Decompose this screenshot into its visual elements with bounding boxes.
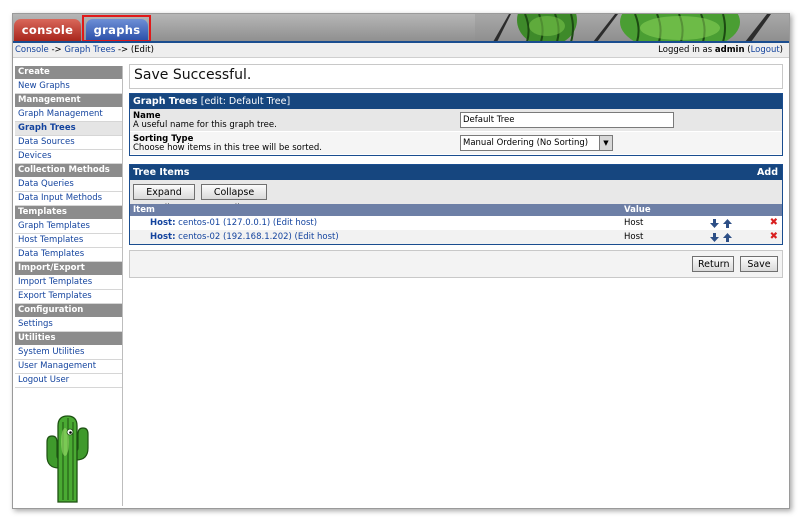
sidebar-header-import-export: Import/Export [15,262,122,276]
login-user: admin [714,45,745,55]
name-row: Name A useful name for this graph tree. … [130,109,782,132]
breadcrumb-bar: Console -> Graph Trees -> (Edit) Logged … [13,43,789,58]
graph-trees-header: Graph Trees [edit: Default Tree] [130,94,782,109]
sorting-type-value: Manual Ordering (No Sorting) [463,138,589,148]
tree-item-link[interactable]: Host: centos-02 (192.168.1.202) (Edit ho… [150,230,339,244]
graph-trees-panel: Graph Trees [edit: Default Tree] Name A … [129,93,783,156]
tree-item-link[interactable]: Host: centos-01 (127.0.0.1) (Edit host) [150,216,317,230]
sidebar-item-settings[interactable]: Settings [15,318,122,332]
tree-items-toolbar: Expand All Collapse All [130,180,782,214]
sidebar-item-host-templates[interactable]: Host Templates [15,234,122,248]
column-item: Item [133,205,155,215]
sidebar-item-new-graphs[interactable]: New Graphs [15,80,122,94]
save-message-box: Save Successful. [129,64,783,89]
tree-items-title: Tree Items [133,167,190,178]
sidebar-header-management: Management [15,94,122,108]
form-actions: Return Save [129,250,783,278]
cactus-logo-icon [39,412,97,507]
tree-item-prefix: Host: [150,232,176,242]
sidebar-item-devices[interactable]: Devices [15,150,122,164]
tab-console[interactable]: console [14,19,81,41]
delete-icon[interactable]: ✖ [770,230,778,244]
arrow-up-icon[interactable] [723,219,732,228]
logout-link[interactable]: Logout [751,45,780,55]
delete-icon[interactable]: ✖ [770,216,778,230]
breadcrumb-separator: -> [115,45,131,55]
sidebar-item-data-input-methods[interactable]: Data Input Methods [15,192,122,206]
save-message: Save Successful. [134,67,252,83]
cactus-banner-icon [475,14,789,42]
tree-items-panel: Tree Items Add Expand All Collapse All I… [129,164,783,245]
sidebar-item-graph-templates[interactable]: Graph Templates [15,220,122,234]
add-item-link[interactable]: Add [757,165,778,180]
tree-item-value: Host [624,218,644,228]
return-button[interactable]: Return [692,256,734,272]
column-value: Value [624,205,651,215]
tree-item-prefix: Host: [150,218,176,228]
login-status: Logged in as admin (Logout) [658,43,783,57]
sidebar-item-import-templates[interactable]: Import Templates [15,276,122,290]
tree-items-header: Tree Items Add [130,165,782,180]
breadcrumb-console-link[interactable]: Console [15,45,49,55]
save-button[interactable]: Save [740,256,778,272]
collapse-all-button[interactable]: Collapse All [201,184,267,214]
sidebar-item-user-management[interactable]: User Management [15,360,122,374]
header-bar: console graphs [13,14,789,43]
login-prefix: Logged in as [658,45,715,55]
tree-item-text: centos-01 (127.0.0.1) (Edit host) [175,218,318,228]
sidebar-item-data-templates[interactable]: Data Templates [15,248,122,262]
sidebar-item-logout-user[interactable]: Logout User [15,374,122,388]
sorting-description: Choose how items in this tree will be so… [133,143,322,153]
sidebar-item-graph-trees[interactable]: Graph Trees [15,122,122,136]
sidebar-header-configuration: Configuration [15,304,122,318]
sorting-type-select[interactable]: Manual Ordering (No Sorting) ▼ [460,135,613,151]
sidebar-item-graph-management[interactable]: Graph Management [15,108,122,122]
logout-paren: ) [779,45,783,55]
graph-trees-title: Graph Trees [133,96,198,107]
arrow-down-icon[interactable] [710,219,719,228]
sidebar-header-utilities: Utilities [15,332,122,346]
breadcrumb-graph-trees-link[interactable]: Graph Trees [64,45,115,55]
sidebar-item-data-sources[interactable]: Data Sources [15,136,122,150]
arrow-down-icon[interactable] [710,233,719,242]
tree-name-input[interactable]: Default Tree [460,112,674,128]
sidebar-header-collection-methods: Collection Methods [15,164,122,178]
tree-item-value: Host [624,232,644,242]
table-row: Host: centos-02 (192.168.1.202) (Edit ho… [130,230,782,244]
tree-item-text: centos-02 (192.168.1.202) (Edit host) [175,232,339,242]
sidebar-item-export-templates[interactable]: Export Templates [15,290,122,304]
sorting-row: Sorting Type Choose how items in this tr… [130,132,782,155]
table-row: Host: centos-01 (127.0.0.1) (Edit host) … [130,216,782,230]
sidebar-item-data-queries[interactable]: Data Queries [15,178,122,192]
chevron-down-icon[interactable]: ▼ [599,136,612,150]
sidebar-header-templates: Templates [15,206,122,220]
arrow-up-icon[interactable] [723,233,732,242]
browser-window: console graphs Console -> Graph Trees ->… [12,13,790,509]
tree-items-column-header: Item Value [130,204,782,216]
name-description: A useful name for this graph tree. [133,120,277,130]
expand-all-button[interactable]: Expand All [133,184,195,214]
tab-highlight-box [82,15,151,42]
breadcrumb-separator: -> [48,45,65,55]
graph-trees-subtitle: [edit: Default Tree] [200,96,291,107]
sidebar: Create New Graphs Management Graph Manag… [15,66,123,506]
sidebar-header-create: Create [15,66,122,80]
breadcrumb: Console -> Graph Trees -> (Edit) [15,43,154,57]
breadcrumb-current: (Edit) [130,45,154,55]
sidebar-item-system-utilities[interactable]: System Utilities [15,346,122,360]
main-content: Save Successful. Graph Trees [edit: Defa… [129,64,783,278]
